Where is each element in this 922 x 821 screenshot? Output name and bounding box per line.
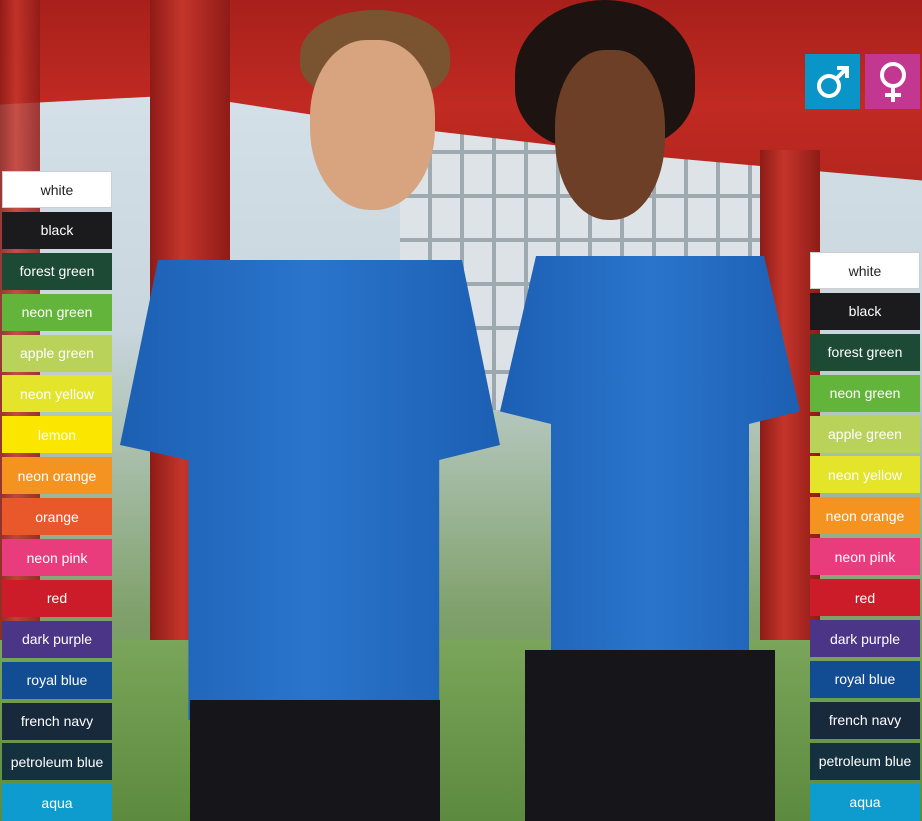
swatch-neon-orange[interactable]: neon orange	[2, 457, 112, 495]
swatch-french-navy[interactable]: french navy	[2, 702, 112, 740]
product-photo: white black forest green neon green apple gr…	[0, 0, 922, 821]
swatch-petroleum-blue[interactable]: petroleum blue	[810, 742, 920, 780]
female-icon	[865, 54, 920, 109]
male-icon	[805, 54, 860, 109]
lawn	[0, 640, 922, 821]
swatch-dark-purple[interactable]: dark purple	[2, 620, 112, 658]
swatch-aqua[interactable]: aqua	[2, 784, 112, 821]
swatch-neon-green[interactable]: neon green	[2, 293, 112, 331]
swatch-apple-green[interactable]: apple green	[810, 415, 920, 453]
swatch-neon-pink[interactable]: neon pink	[810, 538, 920, 576]
swatch-neon-pink[interactable]: neon pink	[2, 539, 112, 577]
swatch-white[interactable]: white	[810, 252, 920, 289]
swatch-forest-green[interactable]: forest green	[810, 333, 920, 371]
swatch-apple-green[interactable]: apple green	[2, 334, 112, 372]
swatch-red[interactable]: red	[2, 579, 112, 617]
swatch-orange[interactable]: orange	[2, 498, 112, 536]
swatch-forest-green[interactable]: forest green	[2, 252, 112, 290]
swatch-petroleum-blue[interactable]: petroleum blue	[2, 743, 112, 781]
swatch-white[interactable]: white	[2, 171, 112, 208]
swatch-lemon[interactable]: lemon	[2, 416, 112, 454]
swatch-neon-yellow[interactable]: neon yellow	[2, 375, 112, 413]
swatch-neon-orange[interactable]: neon orange	[810, 497, 920, 535]
swatch-royal-blue[interactable]: royal blue	[2, 661, 112, 699]
swatch-royal-blue[interactable]: royal blue	[810, 660, 920, 698]
swatch-black[interactable]: black	[2, 211, 112, 249]
swatch-aqua[interactable]: aqua	[810, 783, 920, 821]
swatch-red[interactable]: red	[810, 579, 920, 617]
mens-color-swatches: white black forest green neon green apple gr…	[2, 171, 112, 821]
womens-color-swatches: white black forest green neon green apple gr…	[810, 252, 920, 821]
swatch-neon-green[interactable]: neon green	[810, 374, 920, 412]
swatch-black[interactable]: black	[810, 292, 920, 330]
swatch-dark-purple[interactable]: dark purple	[810, 620, 920, 658]
swatch-neon-yellow[interactable]: neon yellow	[810, 456, 920, 494]
swatch-french-navy[interactable]: french navy	[810, 701, 920, 739]
